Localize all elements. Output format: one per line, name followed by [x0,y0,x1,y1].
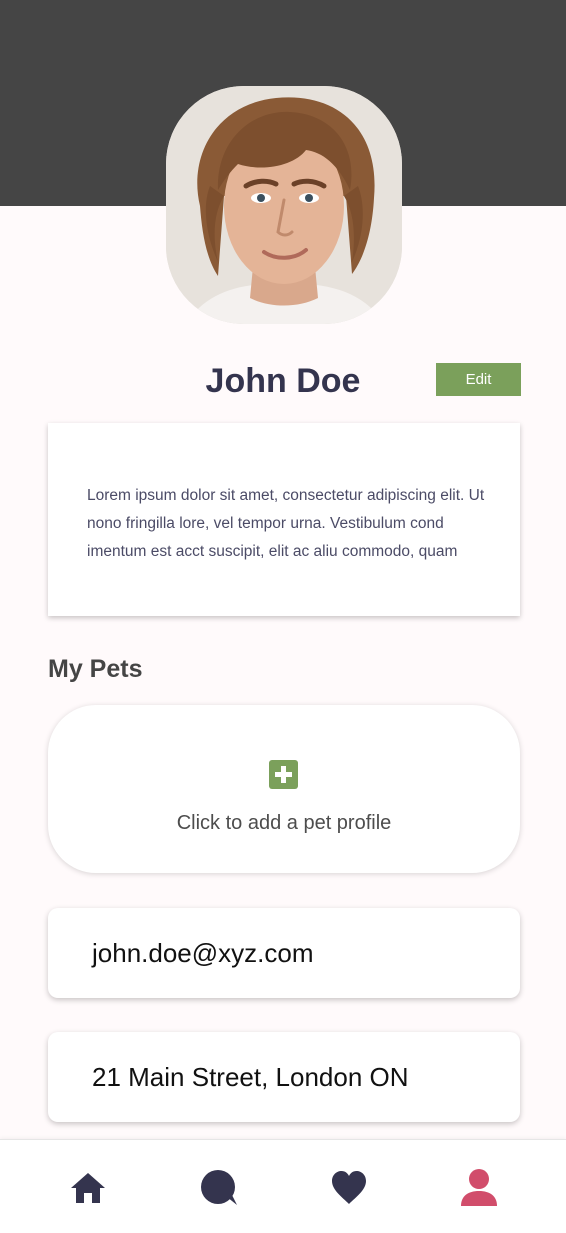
email-text: john.doe@xyz.com [92,937,314,968]
nav-chat[interactable] [179,1140,259,1233]
add-pet-button[interactable]: Click to add a pet profile [48,705,520,873]
address-field[interactable]: 21 Main Street, London ON [48,1032,520,1122]
nav-home[interactable] [48,1140,128,1233]
avatar[interactable] [166,86,402,324]
heart-icon [332,1171,366,1204]
plus-icon [269,760,298,789]
home-icon [71,1173,105,1203]
avatar-photo [166,86,402,324]
nav-favorites[interactable] [309,1140,389,1233]
bio-text: Lorem ipsum dolor sit amet, consectetur … [87,487,485,560]
edit-button[interactable]: Edit [436,363,521,396]
bio-card: Lorem ipsum dolor sit amet, consectetur … [48,423,520,616]
chat-icon [201,1170,237,1205]
bottom-nav [0,1139,566,1233]
user-icon [461,1169,497,1206]
my-pets-title: My Pets [48,655,143,683]
nav-profile[interactable] [439,1140,519,1233]
address-text: 21 Main Street, London ON [92,1061,409,1092]
email-field[interactable]: john.doe@xyz.com [48,908,520,998]
add-pet-label: Click to add a pet profile [176,812,392,834]
